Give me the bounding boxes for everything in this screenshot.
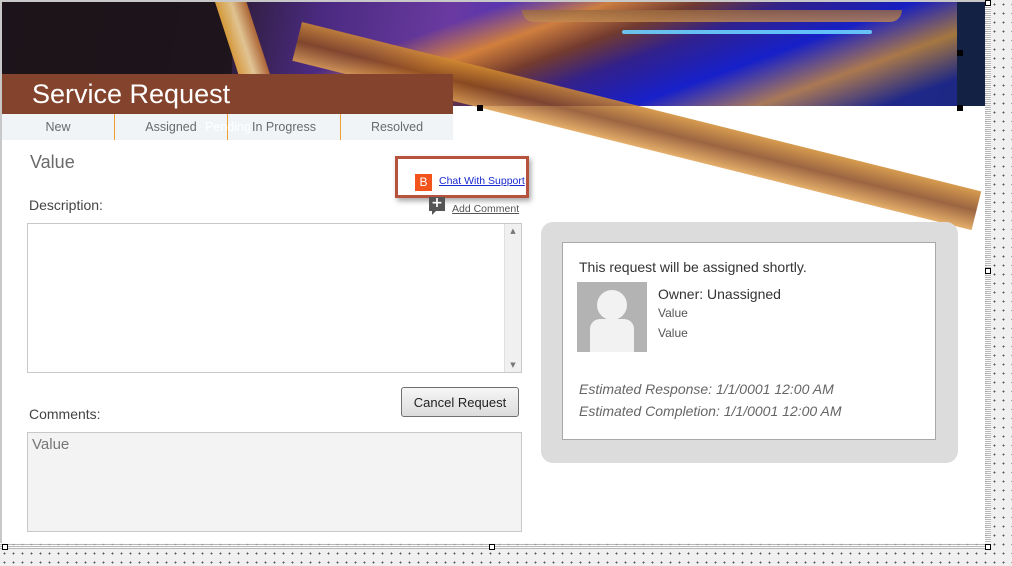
chat-with-support-box[interactable]: B Chat With Support (395, 156, 529, 198)
comments-field[interactable]: Value (27, 432, 522, 532)
resize-handle-bottom-right[interactable] (985, 544, 991, 550)
assignment-message: This request will be assigned shortly. (579, 259, 807, 275)
status-step-pending: Pending (205, 120, 251, 134)
chat-icon: B (415, 174, 432, 191)
chat-with-support-link[interactable]: Chat With Support (439, 175, 525, 187)
description-label: Description: (29, 197, 103, 213)
resize-handle-bottom[interactable] (489, 544, 495, 550)
estimated-response: Estimated Response: 1/1/0001 12:00 AM (579, 381, 834, 397)
request-value-heading: Value (30, 152, 75, 172)
add-comment-icon[interactable]: + (429, 196, 445, 215)
description-input[interactable]: ▲ ▼ (27, 223, 522, 373)
comments-label: Comments: (29, 406, 101, 422)
resize-handle-banner-bottom-right[interactable] (957, 105, 963, 111)
resize-handle-bottom-left[interactable] (2, 544, 8, 550)
resize-handle-top-right[interactable] (985, 0, 991, 6)
add-comment-link[interactable]: Add Comment (452, 203, 519, 215)
scroll-up-arrow-icon[interactable]: ▲ (505, 227, 521, 235)
selection-border-bottom (0, 543, 991, 549)
scroll-down-arrow-icon[interactable]: ▼ (505, 361, 521, 369)
design-canvas: Service Request New Assigned In Progress… (0, 0, 985, 543)
description-scrollbar[interactable]: ▲ ▼ (504, 224, 521, 372)
owner-detail-2: Value (658, 326, 688, 340)
owner-detail-1: Value (658, 306, 688, 320)
status-step-new: New (2, 114, 115, 140)
owner-avatar-icon (577, 282, 647, 352)
status-step-resolved: Resolved (370, 120, 424, 134)
page-title: Service Request (2, 74, 453, 114)
resize-handle-banner-bottom[interactable] (477, 105, 483, 111)
estimated-completion: Estimated Completion: 1/1/0001 12:00 AM (579, 403, 842, 419)
owner-name: Owner: Unassigned (658, 286, 781, 302)
resize-handle-banner-right[interactable] (957, 50, 963, 56)
cancel-request-button[interactable]: Cancel Request (401, 387, 519, 417)
resize-handle-right[interactable] (985, 268, 991, 274)
selection-border-right (985, 0, 991, 548)
